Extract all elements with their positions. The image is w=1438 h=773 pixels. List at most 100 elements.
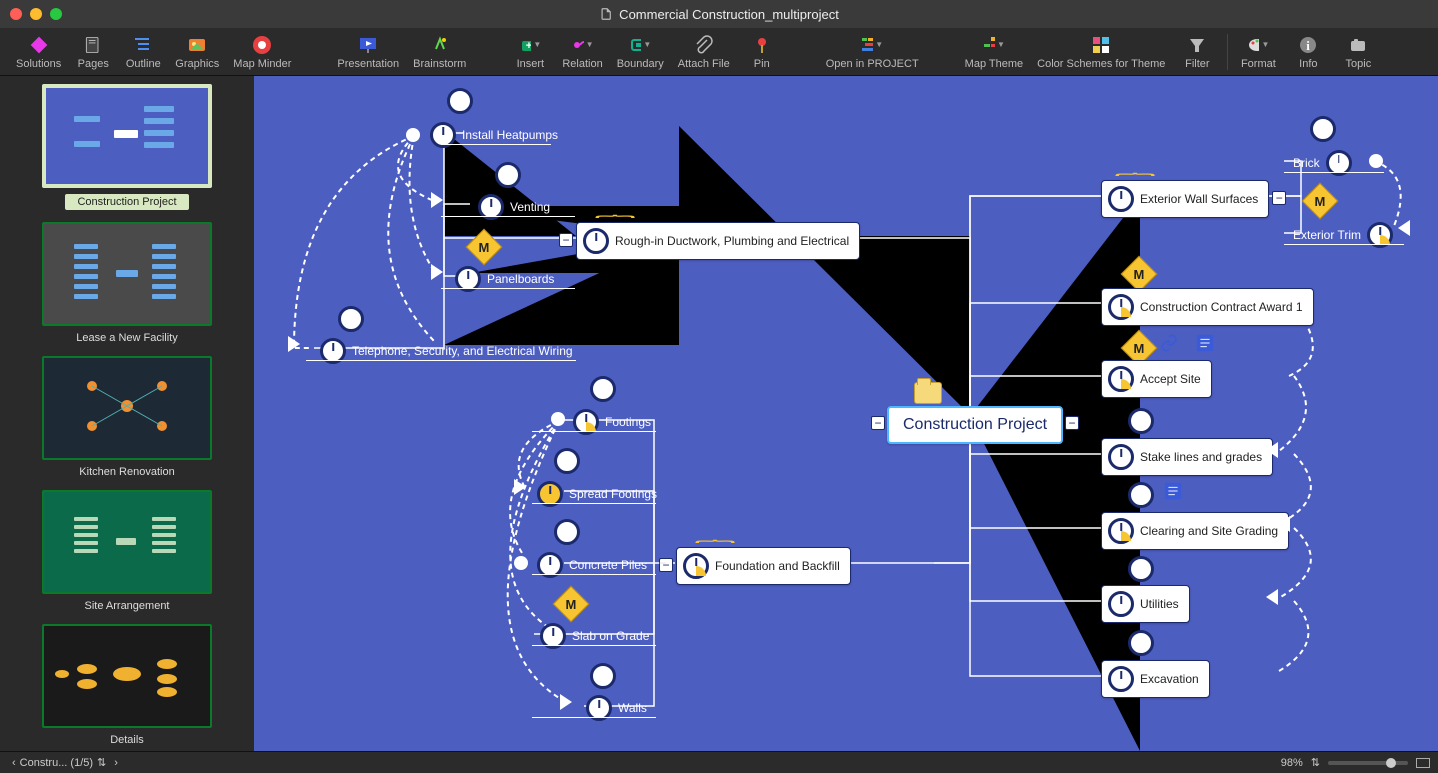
outline-button[interactable]: Outline — [119, 32, 167, 72]
topic-node[interactable]: Utilities — [1101, 585, 1190, 623]
collapse-toggle[interactable]: − — [1272, 191, 1286, 205]
page-thumbnail[interactable]: Site Arrangement — [0, 486, 254, 620]
topic-node[interactable]: Clearing and Site Grading — [1101, 512, 1289, 550]
presentation-button[interactable]: Presentation — [331, 32, 405, 72]
svg-text:i: i — [1307, 38, 1311, 53]
node-label: Exterior Wall Surfaces — [1140, 192, 1258, 206]
chevron-down-icon: ▼ — [643, 40, 651, 49]
topic-node[interactable]: Foundation and Backfill − — [676, 547, 851, 585]
topic-node[interactable]: Stake lines and grades — [1101, 438, 1273, 476]
topic-node[interactable]: Brick — [1287, 145, 1362, 181]
milestone-icon: M — [466, 229, 503, 266]
mindmap-canvas[interactable]: Construction Project − − ︷ Rough-in Duct… — [254, 76, 1438, 751]
topic-node[interactable]: Install Heatpumps — [424, 117, 568, 153]
topic-node[interactable]: Rough-in Ductwork, Plumbing and Electric… — [576, 222, 860, 260]
topic-node[interactable]: Exterior Wall Surfaces − — [1101, 180, 1269, 218]
minimize-window-button[interactable] — [30, 8, 42, 20]
brainstorm-button[interactable]: Brainstorm — [407, 32, 472, 72]
clock-icon — [447, 88, 473, 114]
window-titlebar: Commercial Construction_multiproject — [0, 0, 1438, 28]
filter-button[interactable]: Filter — [1173, 32, 1221, 72]
close-window-button[interactable] — [10, 8, 22, 20]
topic-button[interactable]: Topic — [1334, 32, 1382, 72]
milestone-icon: M — [1121, 256, 1158, 293]
page-thumbnail[interactable]: Kitchen Renovation — [0, 352, 254, 486]
root-topic[interactable]: Construction Project − − — [887, 406, 1063, 444]
zoom-stepper-icon[interactable]: ⇅ — [1311, 756, 1320, 769]
arrow-icon — [1266, 442, 1278, 458]
clock-icon — [554, 448, 580, 474]
node-label: Spread Footings — [569, 487, 657, 501]
arrow-icon — [431, 192, 443, 208]
page-thumbnail[interactable]: Lease a New Facility — [0, 218, 254, 352]
node-label: Footings — [605, 415, 651, 429]
nav-next-icon[interactable]: › — [110, 757, 122, 769]
node-label: Exterior Trim — [1293, 228, 1361, 242]
clock-icon — [495, 162, 521, 188]
solutions-button[interactable]: Solutions — [10, 32, 67, 72]
topic-node[interactable]: Slab on Grade — [534, 618, 659, 654]
page-tab-indicator[interactable]: Constru... (1/5) — [20, 757, 93, 769]
color-schemes-button[interactable]: Color Schemes for Theme — [1031, 32, 1171, 72]
maximize-window-button[interactable] — [50, 8, 62, 20]
thumbnail-label: Site Arrangement — [85, 600, 170, 612]
thumbnail-preview — [42, 490, 212, 594]
clock-icon — [583, 228, 609, 254]
pages-button[interactable]: Pages — [69, 32, 117, 72]
insert-button[interactable]: +▼Insert — [506, 32, 554, 72]
underline — [441, 288, 575, 289]
folder-icon — [914, 382, 942, 404]
topic-node[interactable]: Footings — [567, 404, 661, 440]
clock-icon — [1108, 666, 1134, 692]
underline — [532, 645, 656, 646]
open-in-project-button[interactable]: ▼Open in PROJECT — [820, 32, 925, 72]
arrow-icon — [431, 264, 443, 280]
map-minder-button[interactable]: Map Minder — [227, 32, 297, 72]
thumbnail-preview — [42, 356, 212, 460]
page-thumbnail[interactable]: Construction Project — [0, 80, 254, 218]
pin-button[interactable]: Pin — [738, 32, 786, 72]
topic-node[interactable]: Exterior Trim — [1287, 217, 1403, 253]
info-button[interactable]: iInfo — [1284, 32, 1332, 72]
clock-icon — [338, 306, 364, 332]
brace-icon: ︷ — [695, 529, 735, 545]
node-label: Clearing and Site Grading — [1140, 524, 1278, 538]
topic-node[interactable]: Panelboards — [449, 261, 564, 297]
topic-node[interactable]: Telephone, Security, and Electrical Wiri… — [314, 333, 583, 369]
fit-view-icon[interactable] — [1416, 758, 1430, 768]
connection-dot — [1369, 154, 1383, 168]
attach-file-button[interactable]: Attach File — [672, 32, 736, 72]
topic-node[interactable]: Spread Footings — [531, 476, 667, 512]
brace-icon: ︷ — [1115, 162, 1155, 178]
arrow-icon — [560, 694, 572, 710]
topic-node[interactable]: Excavation — [1101, 660, 1210, 698]
topic-node[interactable]: Venting — [472, 189, 560, 225]
clock-icon — [1108, 366, 1134, 392]
graphics-button[interactable]: Graphics — [169, 32, 225, 72]
node-label: Install Heatpumps — [462, 128, 558, 142]
topic-node[interactable]: Accept Site — [1101, 360, 1212, 398]
relation-button[interactable]: ▼Relation — [556, 32, 608, 72]
clock-icon — [590, 376, 616, 402]
milestone-icon: M — [553, 586, 590, 623]
clock-icon — [1108, 186, 1134, 212]
underline — [532, 503, 656, 504]
map-theme-button[interactable]: ▼Map Theme — [959, 32, 1030, 72]
page-thumbnail[interactable]: Details — [0, 620, 254, 751]
boundary-button[interactable]: ▼Boundary — [611, 32, 670, 72]
collapse-toggle[interactable]: − — [659, 556, 666, 570]
thumbnail-label: Lease a New Facility — [76, 332, 178, 344]
nav-prev-icon[interactable]: ‹ — [8, 757, 20, 769]
tab-stepper-icon[interactable]: ⇅ — [93, 756, 110, 769]
collapse-toggle[interactable]: − — [559, 233, 573, 247]
topic-node[interactable]: Concrete Piles — [531, 547, 657, 583]
collapse-toggle[interactable]: − — [871, 416, 885, 430]
format-button[interactable]: ▼Format — [1234, 32, 1282, 72]
thumbnail-label: Construction Project — [65, 194, 188, 210]
zoom-slider[interactable] — [1328, 761, 1408, 765]
note-icon — [1162, 480, 1184, 502]
topic-node[interactable]: Walls — [580, 690, 657, 726]
clock-icon — [683, 553, 709, 579]
collapse-toggle[interactable]: − — [1065, 416, 1079, 430]
topic-node[interactable]: Construction Contract Award 1 — [1101, 288, 1314, 326]
